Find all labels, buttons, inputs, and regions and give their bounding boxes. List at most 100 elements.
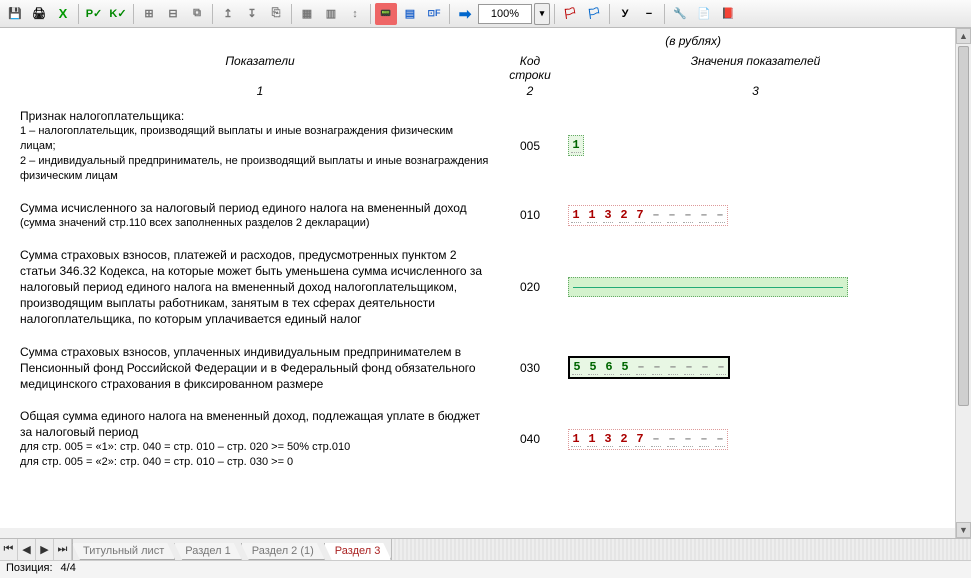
row-010-desc: Сумма исчисленного за налоговый период е…: [20, 200, 500, 231]
scroll-down-icon[interactable]: ▼: [956, 522, 971, 538]
row-005-title: Признак налогоплательщика:: [20, 108, 490, 124]
row-010-title: Сумма исчисленного за налоговый период е…: [20, 200, 490, 216]
digit: –: [651, 432, 661, 447]
row-030-desc: Сумма страховых взносов, уплаченных инди…: [20, 344, 500, 393]
row-005: Признак налогоплательщика: 1 – налогопла…: [20, 108, 951, 184]
group-icon[interactable]: ▦: [296, 3, 318, 25]
digit: –: [699, 432, 709, 447]
digit: 1: [587, 432, 597, 447]
digit: –: [716, 360, 726, 375]
del-row-icon[interactable]: ⊟: [162, 3, 184, 25]
digit: 5: [620, 360, 630, 375]
nav-prev-icon[interactable]: ◀: [18, 539, 36, 560]
dash-icon[interactable]: −: [638, 3, 660, 25]
separator: [78, 4, 79, 24]
status-position-value: 4/4: [61, 562, 76, 577]
digit: 7: [635, 432, 645, 447]
separator: [609, 4, 610, 24]
tab-section-2-1[interactable]: Раздел 2 (1): [241, 543, 325, 560]
digit: –: [668, 360, 678, 375]
excel-export-icon[interactable]: X: [52, 3, 74, 25]
sheet-tabs: Титульный лист Раздел 1 Раздел 2 (1) Раз…: [73, 539, 391, 560]
digit: 2: [619, 432, 629, 447]
tab-section-1[interactable]: Раздел 1: [174, 543, 242, 560]
currency-note: (в рублях): [20, 34, 951, 48]
row-030-field[interactable]: 5 5 6 5 – – – – – –: [568, 356, 730, 379]
recalc-p-icon[interactable]: P✓: [83, 3, 105, 25]
row-040-title: Общая сумма единого налога на вмененный …: [20, 408, 490, 440]
nav-first-icon[interactable]: ⏮: [0, 539, 18, 560]
header-values: Значения показателей: [560, 54, 951, 82]
row-020-code: 020: [500, 280, 560, 294]
digit: 3: [603, 208, 613, 223]
row-040-sub2: для стр. 005 = «2»: стр. 040 = стр. 010 …: [20, 455, 490, 470]
row-005-field[interactable]: 1: [568, 135, 584, 156]
row-040-field[interactable]: 1 1 3 2 7 – – – – –: [568, 429, 728, 450]
zoom-input[interactable]: 100%: [478, 4, 532, 24]
go-icon[interactable]: ➡: [454, 3, 476, 25]
row-040-desc: Общая сумма единого налога на вмененный …: [20, 408, 500, 470]
row-020-title: Сумма страховых взносов, платежей и расх…: [20, 247, 490, 328]
row-010: Сумма исчисленного за налоговый период е…: [20, 200, 951, 231]
scroll-up-icon[interactable]: ▲: [956, 28, 971, 44]
document-area: (в рублях) Показатели Код строки Значени…: [0, 28, 971, 528]
ungroup-icon[interactable]: ▥: [320, 3, 342, 25]
copy-row-icon[interactable]: ⧉: [186, 3, 208, 25]
row-005-code: 005: [500, 139, 560, 153]
digit: 2: [619, 208, 629, 223]
row-030-title: Сумма страховых взносов, уплаченных инди…: [20, 344, 490, 393]
help-icon[interactable]: 📕: [717, 3, 739, 25]
separator: [370, 4, 371, 24]
grid-icon[interactable]: ▤: [399, 3, 421, 25]
row-020-field[interactable]: [568, 277, 848, 297]
row-040-code: 040: [500, 432, 560, 446]
zoom-dropdown-icon[interactable]: ▾: [534, 3, 550, 25]
digit: 1: [571, 138, 581, 153]
status-bar: Позиция: 4/4: [0, 560, 971, 578]
nav-next-icon[interactable]: ▶: [36, 539, 54, 560]
digit: –: [651, 208, 661, 223]
digit: –: [699, 208, 709, 223]
print-icon[interactable]: 🖨: [28, 3, 50, 25]
note-icon[interactable]: 📄: [693, 3, 715, 25]
tab-section-3[interactable]: Раздел 3: [324, 543, 392, 560]
bold-icon[interactable]: У: [614, 3, 636, 25]
fit-icon[interactable]: ⊡F: [423, 3, 445, 25]
sort-icon[interactable]: ↕: [344, 3, 366, 25]
row-005-line1: 1 – налогоплательщик, производящий выпла…: [20, 124, 490, 154]
separator: [133, 4, 134, 24]
colnum-2: 2: [500, 84, 560, 98]
column-header-row: Показатели Код строки Значения показател…: [20, 54, 951, 82]
tab-title-page[interactable]: Титульный лист: [72, 543, 175, 560]
add-row-icon[interactable]: ⊞: [138, 3, 160, 25]
row-010-code: 010: [500, 208, 560, 222]
flag-blue-icon[interactable]: 🏳: [583, 3, 605, 25]
column-number-row: 1 2 3: [20, 84, 951, 98]
digit: –: [684, 360, 694, 375]
digit: –: [715, 208, 725, 223]
tools-icon[interactable]: 🔧: [669, 3, 691, 25]
vertical-scrollbar[interactable]: ▲ ▼: [955, 28, 971, 538]
row-010-field[interactable]: 1 1 3 2 7 – – – – –: [568, 205, 728, 226]
save-icon[interactable]: 💾: [4, 3, 26, 25]
digit: 5: [588, 360, 598, 375]
separator: [212, 4, 213, 24]
nav-last-icon[interactable]: ⏭: [54, 539, 72, 560]
sheet-nav-buttons: ⏮ ◀ ▶ ⏭: [0, 539, 73, 560]
move-down-icon[interactable]: ↧: [241, 3, 263, 25]
calc-icon[interactable]: 📟: [375, 3, 397, 25]
digit: 6: [604, 360, 614, 375]
separator: [291, 4, 292, 24]
move-up-icon[interactable]: ↥: [217, 3, 239, 25]
digit: 3: [603, 432, 613, 447]
scroll-thumb[interactable]: [958, 46, 969, 406]
flag-red-icon[interactable]: 🏳: [559, 3, 581, 25]
insert-icon[interactable]: ⎘: [265, 3, 287, 25]
digit: –: [715, 432, 725, 447]
recalc-k-icon[interactable]: K✓: [107, 3, 129, 25]
colnum-3: 3: [560, 84, 951, 98]
separator: [664, 4, 665, 24]
digit: –: [667, 432, 677, 447]
digit: 1: [571, 432, 581, 447]
separator: [449, 4, 450, 24]
